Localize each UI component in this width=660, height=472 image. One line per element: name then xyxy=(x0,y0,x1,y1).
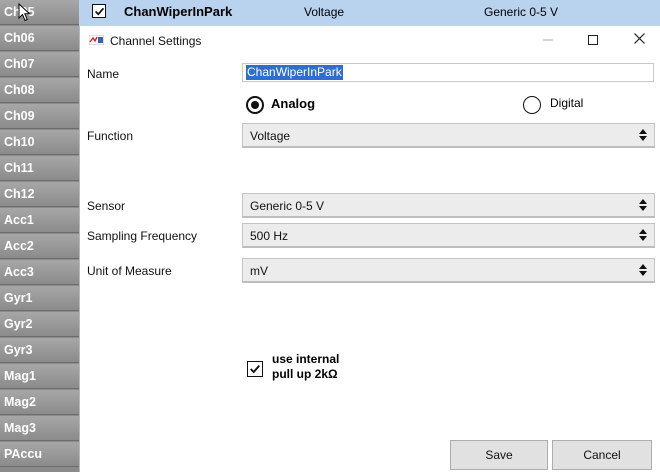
checkmark-icon xyxy=(94,7,104,16)
channel-item-mag2[interactable]: Mag2 xyxy=(0,390,79,415)
mouse-cursor-icon xyxy=(18,3,31,22)
selected-channel-row[interactable]: ChanWiperInPark Voltage Generic 0-5 V xyxy=(79,0,660,26)
name-input-value: ChanWiperInPark xyxy=(246,65,343,80)
function-select[interactable]: Voltage xyxy=(242,123,655,148)
dialog-titlebar[interactable]: Channel Settings xyxy=(80,26,660,56)
internal-pullup-label-line1: use internal xyxy=(272,352,340,366)
name-input[interactable]: ChanWiperInPark xyxy=(242,63,654,82)
channel-item-mag3[interactable]: Mag3 xyxy=(0,416,79,441)
updown-arrows-icon xyxy=(639,229,647,241)
unit-of-measure-label: Unit of Measure xyxy=(87,264,172,278)
digital-label[interactable]: Digital xyxy=(550,96,583,110)
updown-arrows-icon xyxy=(639,264,647,276)
analog-label[interactable]: Analog xyxy=(271,96,315,111)
sampling-frequency-select[interactable]: 500 Hz xyxy=(242,223,655,248)
close-icon xyxy=(633,33,645,44)
radio-selected-dot xyxy=(251,101,259,109)
sensor-select-value: Generic 0-5 V xyxy=(250,199,325,213)
unit-of-measure-select[interactable]: mV xyxy=(242,258,655,283)
digital-radio[interactable] xyxy=(523,96,541,114)
name-label: Name xyxy=(87,67,120,81)
minimize-icon xyxy=(543,39,553,41)
internal-pullup-label-line2: pull up 2kΩ xyxy=(272,367,338,381)
channel-item-ch08[interactable]: Ch08 xyxy=(0,78,79,103)
sampling-frequency-label: Sampling Frequency xyxy=(87,229,198,243)
function-select-value: Voltage xyxy=(250,129,291,143)
channel-item-ch05[interactable]: Ch05 xyxy=(0,0,79,25)
sampling-frequency-select-value: 500 Hz xyxy=(250,229,289,243)
app-logo-icon xyxy=(89,35,104,45)
channel-item-acc1[interactable]: Acc1 xyxy=(0,208,79,233)
channel-item-paccu[interactable]: PAccu xyxy=(0,442,79,467)
close-button[interactable] xyxy=(623,29,655,51)
unit-of-measure-select-value: mV xyxy=(250,264,268,278)
channel-item-acc2[interactable]: Acc2 xyxy=(0,234,79,259)
function-label: Function xyxy=(87,129,134,143)
dialog-title: Channel Settings xyxy=(110,34,202,48)
channel-item-ch07[interactable]: Ch07 xyxy=(0,52,79,77)
internal-pullup-checkbox[interactable] xyxy=(247,361,263,377)
channel-item-gyr3[interactable]: Gyr3 xyxy=(0,338,79,363)
sensor-label: Sensor xyxy=(87,199,126,213)
channel-item-gyr1[interactable]: Gyr1 xyxy=(0,286,79,311)
internal-pullup-label[interactable]: use internal pull up 2kΩ xyxy=(272,352,392,382)
channel-sensor-cell: Generic 0-5 V xyxy=(484,5,559,19)
channel-item-ch10[interactable]: Ch10 xyxy=(0,130,79,155)
updown-arrows-icon xyxy=(639,129,647,141)
channel-item-gyr2[interactable]: Gyr2 xyxy=(0,312,79,337)
channel-enabled-checkbox[interactable] xyxy=(92,4,106,18)
channel-settings-dialog: Channel Settings Name ChanWiperInPark An… xyxy=(79,26,660,472)
channel-item-acc3[interactable]: Acc3 xyxy=(0,260,79,285)
analog-radio[interactable] xyxy=(246,96,264,114)
sensor-select[interactable]: Generic 0-5 V xyxy=(242,193,655,218)
maximize-button[interactable] xyxy=(577,29,609,51)
channel-list: Ch05 Ch06 Ch07 Ch08 Ch09 Ch10 Ch11 Ch12 … xyxy=(0,0,79,472)
channel-function-cell: Voltage xyxy=(304,5,345,19)
channel-item-ch11[interactable]: Ch11 xyxy=(0,156,79,181)
checkmark-icon xyxy=(249,364,260,373)
channel-name-cell: ChanWiperInPark xyxy=(124,4,233,19)
channel-item-ch06[interactable]: Ch06 xyxy=(0,26,79,51)
minimize-button[interactable] xyxy=(532,29,564,51)
updown-arrows-icon xyxy=(639,199,647,211)
maximize-icon xyxy=(588,35,598,45)
channel-item-mag1[interactable]: Mag1 xyxy=(0,364,79,389)
channel-item-ch09[interactable]: Ch09 xyxy=(0,104,79,129)
cancel-button[interactable]: Cancel xyxy=(552,440,652,470)
save-button[interactable]: Save xyxy=(450,440,548,470)
channel-item-ch12[interactable]: Ch12 xyxy=(0,182,79,207)
